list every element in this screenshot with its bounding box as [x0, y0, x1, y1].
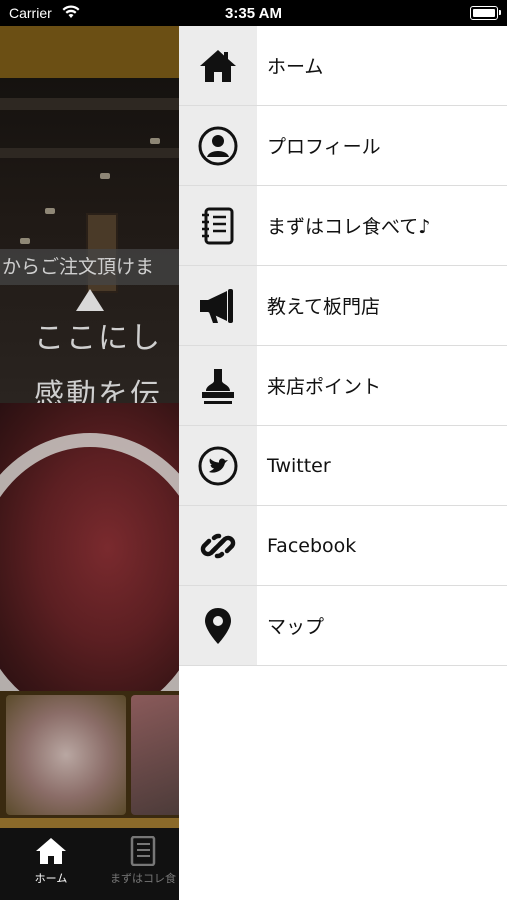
notebook-icon — [130, 836, 156, 866]
background-app[interactable]: からご注文頂けま ここにし 感動を伝 ホーム まずはコレ食 — [0, 26, 179, 900]
meat-photo — [0, 403, 179, 693]
menu-item-recommend[interactable]: まずはコレ食べて♪ — [179, 186, 507, 266]
notebook-icon — [202, 207, 234, 244]
twitter-icon — [198, 446, 238, 485]
menu-item-label: 来店ポイント — [267, 376, 382, 398]
menu-item-label: ホーム — [267, 56, 324, 78]
news-ticker: からご注文頂けま — [0, 249, 179, 285]
thumbnail-image[interactable] — [6, 695, 126, 815]
tab-recommend[interactable]: まずはコレ食 — [98, 836, 179, 886]
status-time: 3:35 AM — [225, 5, 282, 22]
menu-item-ask[interactable]: 教えて板門店 — [179, 266, 507, 346]
thumbnail-image[interactable] — [131, 695, 179, 815]
app-header-bar — [0, 26, 179, 78]
stamp-icon — [202, 368, 234, 404]
tab-home[interactable]: ホーム — [6, 836, 96, 886]
menu-item-label: Facebook — [267, 534, 357, 557]
menu-item-label: プロフィール — [267, 136, 381, 158]
tab-label: ホーム — [34, 872, 68, 885]
battery-icon — [470, 6, 501, 20]
menu-item-home[interactable]: ホーム — [179, 26, 507, 106]
home-icon — [200, 49, 236, 82]
map-pin-icon — [205, 607, 231, 644]
thumbnail-strip[interactable] — [0, 691, 179, 828]
megaphone-icon — [200, 288, 233, 323]
profile-icon — [198, 126, 238, 165]
menu-item-label: マップ — [267, 616, 325, 638]
side-menu: ホーム プロフィール まずはコレ食べて♪ 教えて板門店 来店ポイント Twitt… — [179, 26, 507, 900]
status-bar: Carrier 3:35 AM — [0, 0, 507, 26]
tab-bar: ホーム まずはコレ食 — [0, 828, 179, 900]
scroll-up-arrow-icon[interactable] — [76, 289, 104, 311]
menu-item-label: Twitter — [267, 454, 331, 477]
home-icon — [36, 838, 66, 864]
menu-item-label: 教えて板門店 — [267, 296, 381, 318]
menu-item-facebook[interactable]: Facebook — [179, 506, 507, 586]
menu-item-map[interactable]: マップ — [179, 586, 507, 666]
link-icon — [200, 533, 236, 558]
tab-label: まずはコレ食 — [110, 872, 176, 885]
hero-text-line1: ここにし — [34, 321, 162, 356]
menu-item-twitter[interactable]: Twitter — [179, 426, 507, 506]
menu-item-points[interactable]: 来店ポイント — [179, 346, 507, 426]
menu-item-profile[interactable]: プロフィール — [179, 106, 507, 186]
menu-item-label: まずはコレ食べて♪ — [267, 216, 431, 238]
